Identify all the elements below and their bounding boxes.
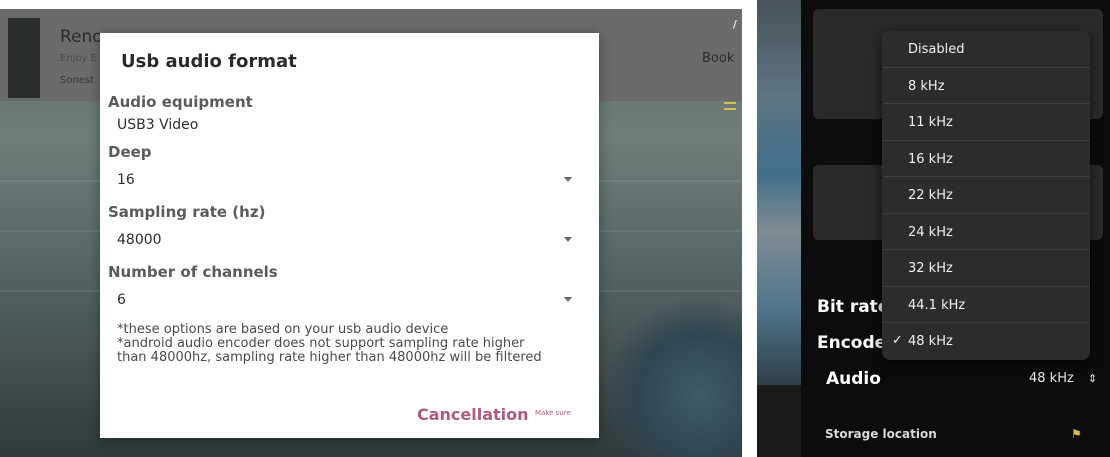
dropdown-option-label: 48 kHz	[908, 334, 953, 349]
audio-select[interactable]: 48 kHz ⇕	[1022, 365, 1107, 393]
ad-title: Reno	[60, 27, 103, 47]
dropdown-option-label: 22 kHz	[908, 188, 953, 203]
audio-value: 48 kHz	[1029, 371, 1074, 386]
dropdown-option-label: 11 kHz	[908, 115, 953, 130]
ad-book-button[interactable]: Book	[702, 51, 734, 66]
cancel-button[interactable]: Cancellation	[417, 405, 529, 424]
channels-value: 6	[117, 292, 126, 308]
dropdown-option-label: 24 kHz	[908, 224, 953, 240]
audio-equipment-label: Audio equipment	[108, 93, 253, 111]
dropdown-option[interactable]: 24 kHz	[882, 214, 1090, 250]
right-screenshot: Bit rate Encoder Audio 48 kHz ⇕ Storage …	[757, 0, 1110, 457]
audio-equipment-value: USB3 Video	[117, 117, 199, 133]
dropdown-option[interactable]: Disabled	[882, 31, 1090, 68]
background-scene-dark	[757, 385, 801, 457]
dropdown-option-label: Disabled	[908, 42, 965, 57]
sample-rate-dropdown: Disabled 8 kHz 11 kHz 16 kHz 22 kHz 24 kHz 32 …	[882, 31, 1090, 360]
storage-location-label[interactable]: Storage location	[825, 427, 937, 441]
chevron-down-icon	[564, 177, 572, 182]
confirm-button[interactable]: Make sure	[535, 409, 571, 417]
channels-label: Number of channels	[108, 263, 278, 281]
dropdown-option[interactable]: 22 kHz	[882, 177, 1090, 214]
usb-audio-format-dialog: Usb audio format Audio equipment USB3 Vi…	[100, 33, 599, 438]
channels-select[interactable]: 6	[108, 287, 588, 311]
up-down-chevron-icon: ⇕	[1088, 372, 1098, 385]
dialog-title: Usb audio format	[121, 51, 297, 72]
chevron-down-icon	[564, 297, 572, 302]
left-screenshot: Reno Enjoy E Sonest Book / Usb audio for…	[0, 0, 742, 457]
menu-icon[interactable]	[724, 102, 736, 110]
chevron-down-icon	[564, 237, 572, 242]
ad-corner-mark: /	[733, 18, 737, 31]
dropdown-option[interactable]: ✓ 48 kHz	[882, 323, 1090, 360]
note-line: *these options are based on your usb aud…	[117, 322, 449, 337]
deep-select[interactable]: 16	[108, 167, 588, 191]
note-line: than 48000hz, sampling rate higher than …	[117, 350, 542, 365]
bit-rate-label: Bit rate	[817, 297, 890, 317]
panel-divider	[742, 0, 757, 457]
ad-brand: Sonest	[60, 75, 95, 86]
dropdown-option-label: 44.1 kHz	[908, 297, 966, 313]
dropdown-option[interactable]: 32 kHz	[882, 250, 1090, 287]
note-line: *android audio encoder does not support …	[117, 336, 525, 351]
audio-label: Audio	[826, 369, 881, 389]
dropdown-option[interactable]: 8 kHz	[882, 68, 1090, 104]
dropdown-option-label: 8 kHz	[908, 78, 945, 94]
dropdown-option[interactable]: 44.1 kHz	[882, 287, 1090, 323]
background-terrain	[600, 300, 742, 457]
deep-label: Deep	[108, 143, 152, 161]
deep-value: 16	[117, 172, 135, 188]
dialog-notes: *these options are based on your usb aud…	[117, 323, 587, 365]
folder-pin-icon[interactable]: ⚑	[1071, 427, 1082, 441]
dropdown-option-label: 32 kHz	[908, 261, 953, 276]
dropdown-option[interactable]: 16 kHz	[882, 141, 1090, 177]
dropdown-option-label: 16 kHz	[908, 151, 953, 167]
top-stripe	[0, 0, 742, 9]
sampling-rate-label: Sampling rate (hz)	[108, 203, 266, 221]
dropdown-option[interactable]: 11 kHz	[882, 104, 1090, 141]
sampling-rate-select[interactable]: 48000	[108, 227, 588, 251]
ad-thumbnail	[8, 18, 40, 98]
ad-subtitle: Enjoy E	[60, 53, 97, 64]
sampling-rate-value: 48000	[117, 232, 162, 248]
checkmark-icon: ✓	[892, 333, 903, 348]
background-scene	[757, 0, 801, 385]
